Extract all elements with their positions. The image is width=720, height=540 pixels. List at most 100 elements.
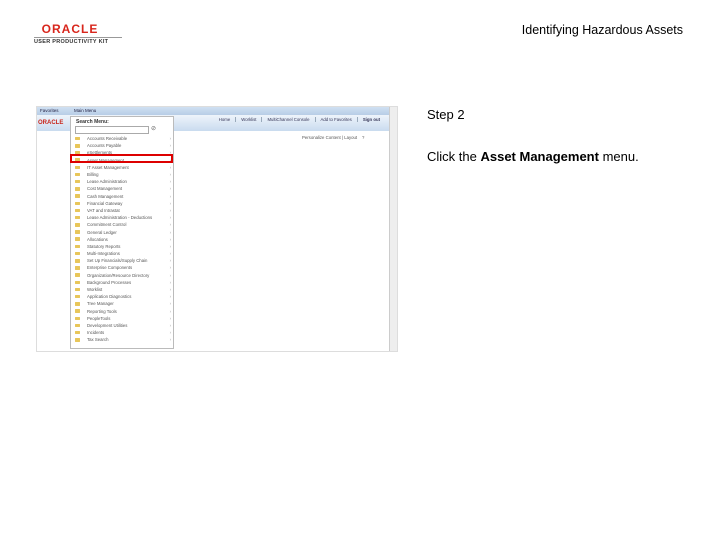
chevron-right-icon: › [169, 322, 171, 328]
nav-add-favorites[interactable]: Add to Favorites [321, 117, 358, 122]
menu-item[interactable]: Background Processes › [73, 279, 173, 286]
main-menu-dropdown: Search Menu: ⊘ Accounts Receivable › Accou… [70, 116, 174, 349]
oracle-upk-logo: ORACLE USER PRODUCTIVITY KIT [34, 22, 124, 45]
chevron-right-icon: › [169, 236, 171, 242]
menu-item[interactable]: Financial Gateway › [73, 200, 173, 207]
menu-item[interactable]: Lease Administration - Deductions › [73, 214, 173, 221]
menu-item-label: Organization/Resource Directory [87, 272, 150, 278]
chevron-right-icon: › [169, 207, 171, 213]
menu-item[interactable]: VAT and Intrastat › [73, 207, 173, 214]
tab-main-menu[interactable]: Main Menu [74, 108, 96, 113]
menu-item[interactable]: Cash Management › [73, 193, 173, 200]
folder-icon [75, 287, 80, 292]
folder-icon [75, 201, 80, 206]
folder-icon [75, 273, 80, 277]
menu-item[interactable]: Lease Administration › [73, 178, 173, 185]
folder-icon [75, 230, 80, 234]
folder-icon [75, 323, 80, 328]
menu-item[interactable]: Allocations › [73, 236, 173, 243]
chevron-right-icon: › [169, 222, 171, 228]
menu-item-label: Multi-Integrations [87, 251, 120, 257]
menu-item[interactable]: Commitment Control › [73, 221, 173, 228]
folder-icon [75, 165, 80, 170]
chevron-right-icon: › [169, 308, 171, 314]
tab-favorites[interactable]: Favorites [40, 108, 59, 113]
menu-item[interactable]: Worklist › [73, 286, 173, 293]
menu-item[interactable]: Development Utilities › [73, 322, 173, 329]
folder-icon [75, 237, 80, 241]
menu-item[interactable]: General Ledger › [73, 228, 173, 235]
menu-item[interactable]: Tax Search › [73, 336, 173, 343]
folder-icon [75, 280, 80, 285]
folder-icon [75, 172, 80, 177]
folder-icon [75, 251, 80, 256]
brand-logo: ORACLE [38, 120, 64, 126]
folder-icon [75, 316, 80, 321]
menu-item-label: Statutory Reports [87, 243, 121, 249]
menu-item[interactable]: Multi-Integrations › [73, 250, 173, 257]
arrow-circle-icon[interactable]: ⊘ [151, 125, 156, 132]
folder-icon [75, 302, 80, 306]
menu-item-label: Accounts Receivable [87, 136, 128, 142]
chevron-right-icon: › [169, 294, 171, 300]
nav-home[interactable]: Home [219, 117, 237, 122]
folder-icon [75, 136, 80, 141]
nav-worklist[interactable]: Worklist [241, 117, 263, 122]
menu-item[interactable]: Billing › [73, 171, 173, 178]
chevron-right-icon: › [169, 200, 171, 206]
menu-item-label: Enterprise Components [87, 265, 133, 271]
menu-item[interactable]: Statutory Reports › [73, 243, 173, 250]
menu-item[interactable]: Reporting Tools › [73, 308, 173, 315]
top-nav: Home Worklist MultiChannel Console Add t… [219, 117, 385, 122]
nav-multichannel[interactable]: MultiChannel Console [267, 117, 316, 122]
menu-item-label: Accounts Payable [87, 143, 122, 149]
chevron-right-icon: › [169, 179, 171, 185]
chevron-right-icon: › [169, 186, 171, 192]
menu-item-label: Tax Search [87, 337, 109, 343]
menu-item[interactable]: IT Asset Management › [73, 164, 173, 171]
menu-item[interactable]: Tree Manager › [73, 300, 173, 307]
menu-item[interactable]: Set Up Financials/Supply Chain › [73, 257, 173, 264]
folder-icon [75, 294, 80, 299]
menu-item-label: Commitment Control [87, 222, 127, 228]
chevron-right-icon: › [169, 287, 171, 293]
menu-item-label: PeopleTools [87, 315, 111, 321]
chevron-right-icon: › [169, 258, 171, 264]
menu-item-label: Cash Management [87, 193, 124, 199]
menu-item[interactable]: Application Diagnostics › [73, 293, 173, 300]
folder-icon [75, 215, 80, 220]
highlight-asset-management [70, 154, 173, 163]
folder-icon [75, 144, 80, 148]
search-menu-input[interactable] [75, 126, 149, 134]
chevron-right-icon: › [169, 172, 171, 178]
menu-item-label: VAT and Intrastat [87, 207, 120, 213]
menu-item-label: Incidents [87, 330, 105, 336]
menu-item[interactable]: Accounts Receivable › [73, 135, 173, 142]
page-title: Identifying Hazardous Assets [521, 23, 683, 37]
personalize-link[interactable]: Personalize Content | Layout [302, 135, 357, 140]
chevron-right-icon: › [169, 272, 171, 278]
chevron-right-icon: › [169, 251, 171, 257]
top-tab-bar: Favorites Main Menu [37, 107, 392, 115]
menu-item[interactable]: PeopleTools › [73, 315, 173, 322]
chevron-right-icon: › [169, 143, 171, 149]
menu-item[interactable]: Organization/Resource Directory › [73, 272, 173, 279]
chevron-right-icon: › [169, 315, 171, 321]
menu-item-label: Allocations [87, 236, 108, 242]
chevron-right-icon: › [169, 279, 171, 285]
menu-item[interactable]: Cost Management › [73, 185, 173, 192]
menu-item[interactable]: Enterprise Components › [73, 264, 173, 271]
chevron-right-icon: › [169, 229, 171, 235]
nav-sign-out[interactable]: Sign out [363, 117, 385, 122]
logo-subtext: USER PRODUCTIVITY KIT [34, 39, 109, 45]
menu-item-label: Financial Gateway [87, 200, 123, 206]
menu-item[interactable]: Incidents › [73, 329, 173, 336]
scrollbar[interactable] [389, 107, 397, 351]
menu-item-label: General Ledger [87, 229, 117, 235]
help-icon[interactable]: ? [362, 135, 364, 140]
logo-text: ORACLE [41, 22, 99, 36]
instruction-target: Asset Management [480, 149, 599, 164]
menu-item[interactable]: Accounts Payable › [73, 142, 173, 149]
instruction-suffix: menu. [598, 149, 639, 164]
menu-item-label: Set Up Financials/Supply Chain [87, 258, 148, 264]
